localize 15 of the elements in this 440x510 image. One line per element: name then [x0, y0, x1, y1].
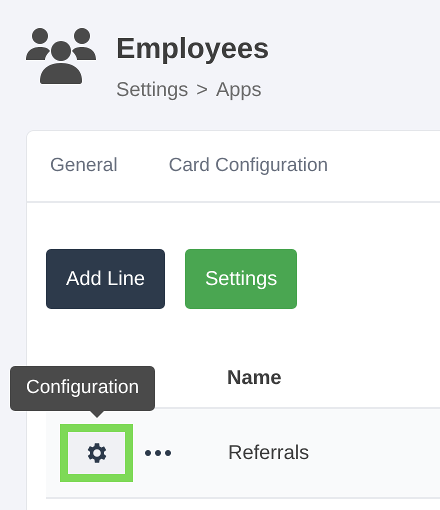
page-title: Employees	[116, 32, 270, 67]
more-icon	[145, 450, 171, 456]
breadcrumb-link[interactable]: Settings	[116, 75, 188, 105]
button[interactable]: Settings	[184, 249, 298, 309]
settings-button[interactable]	[60, 424, 133, 482]
people-icon	[26, 27, 96, 85]
table-cell-text: Referrals	[228, 441, 310, 466]
column-header: Name	[227, 366, 282, 391]
tooltip-text: Configuration	[26, 376, 140, 400]
table-row[interactable]: Referrals	[46, 409, 440, 499]
button[interactable]: Add Line	[46, 249, 165, 309]
breadcrumb-separator: >	[196, 78, 208, 103]
breadcrumb-link[interactable]: Apps	[216, 75, 262, 105]
tab[interactable]: Card Configuration	[168, 131, 328, 201]
tab[interactable]: General	[50, 131, 118, 201]
